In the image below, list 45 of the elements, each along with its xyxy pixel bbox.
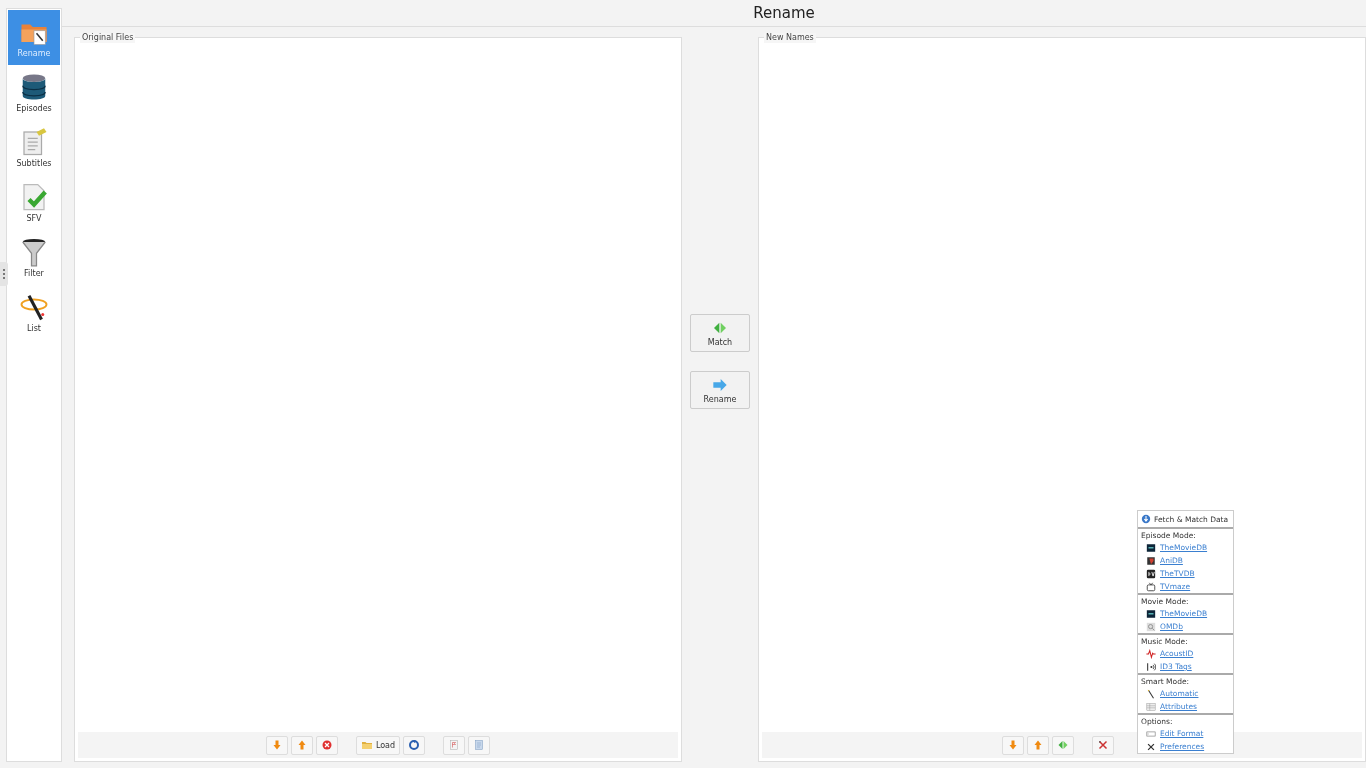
up-button[interactable] [290, 735, 313, 755]
magic-wand-icon [1146, 688, 1156, 699]
sidebar-tab[interactable]: SFV [8, 175, 60, 230]
tv-icon [1146, 542, 1156, 553]
flag-button[interactable] [443, 735, 466, 755]
down-button[interactable] [1002, 735, 1024, 755]
down-arrow-icon [1007, 739, 1019, 751]
rename-button[interactable]: Rename [690, 371, 750, 409]
sidebar-tab[interactable]: Episodes [8, 65, 60, 120]
funnel-icon [19, 237, 49, 267]
up-arrow-icon [1032, 739, 1044, 751]
flag-document-icon [448, 739, 461, 751]
up-button[interactable] [1027, 735, 1049, 755]
remove-icon [320, 739, 333, 751]
magic-wand-icon [19, 292, 49, 322]
tv-icon [1146, 581, 1156, 592]
remove-button[interactable] [315, 735, 338, 755]
sidebar-tab[interactable]: Rename [8, 10, 60, 65]
folder-icon [360, 739, 373, 751]
waveform-icon [1146, 648, 1156, 659]
refresh-button[interactable] [403, 735, 426, 755]
page-title: Rename [753, 4, 815, 22]
sidebar-tab[interactable]: List [8, 285, 60, 340]
panel-title: New Names [764, 33, 816, 43]
download-icon [1141, 514, 1151, 524]
match-button[interactable]: Match [690, 314, 750, 352]
sidebar-tab[interactable]: Filter [8, 230, 60, 285]
doc-button[interactable] [468, 735, 491, 755]
match-button[interactable] [1052, 735, 1074, 755]
tv-icon [1146, 568, 1156, 579]
table-icon [1146, 701, 1156, 712]
load-button[interactable]: Load [355, 735, 401, 755]
tv-icon [1146, 608, 1156, 619]
refresh-icon [408, 739, 421, 751]
drag-handle[interactable] [0, 262, 8, 286]
tools-button[interactable] [1092, 735, 1114, 755]
database-icon [19, 72, 49, 102]
down-button[interactable] [265, 735, 288, 755]
signal-icon [1146, 661, 1156, 672]
sidebar-tab[interactable]: Subtitles [8, 120, 60, 175]
text-field-icon [1146, 728, 1156, 739]
document-icon [473, 739, 486, 751]
match-arrows-icon [1057, 739, 1069, 751]
magnifier-icon [1146, 621, 1156, 632]
panel-title: Original Files [80, 33, 136, 43]
